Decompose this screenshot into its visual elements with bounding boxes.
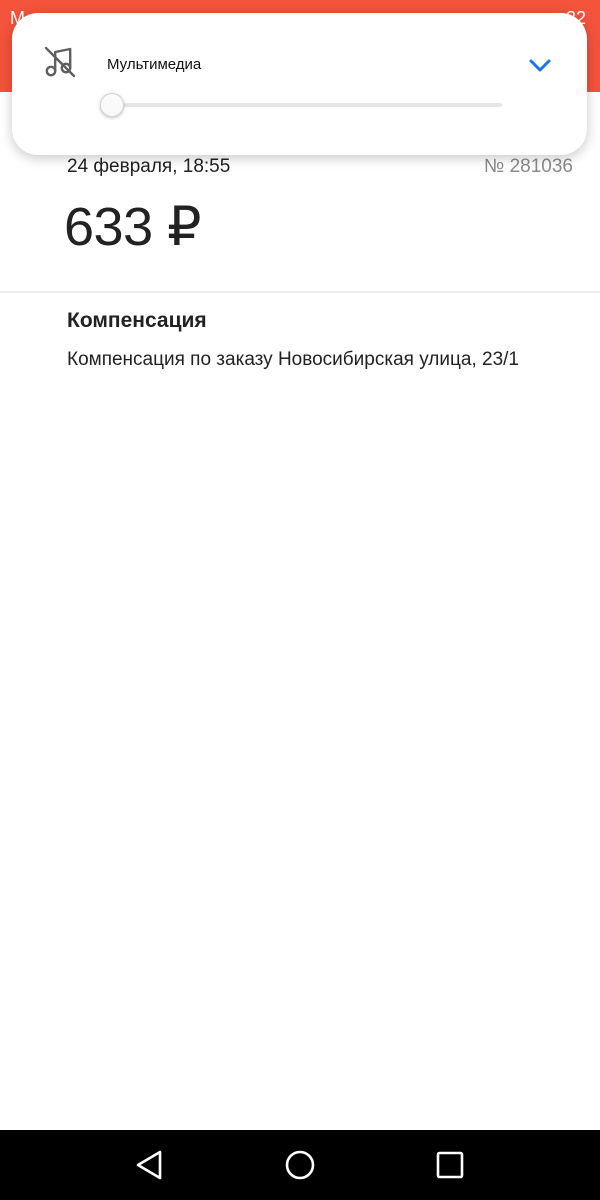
volume-stream-label: Мультимедиа	[107, 56, 202, 73]
divider	[0, 291, 600, 293]
slider-track	[112, 103, 502, 107]
volume-panel: Мультимедиа	[12, 13, 587, 155]
payment-date: 24 февраля, 18:55	[67, 156, 231, 177]
details-description: Компенсация по заказу Новосибирская улиц…	[67, 349, 519, 370]
back-triangle-icon[interactable]	[133, 1148, 167, 1182]
order-number: № 281036	[483, 156, 573, 177]
slider-thumb[interactable]	[100, 93, 124, 117]
payment-amount: 633 ₽	[64, 197, 201, 257]
volume-slider[interactable]	[100, 91, 502, 121]
chevron-down-icon[interactable]	[526, 55, 554, 75]
home-circle-icon[interactable]	[283, 1148, 317, 1182]
recents-square-icon[interactable]	[433, 1148, 467, 1182]
details-title: Компенсация	[67, 309, 207, 332]
navigation-bar	[0, 1130, 600, 1200]
music-off-icon[interactable]	[42, 44, 78, 80]
